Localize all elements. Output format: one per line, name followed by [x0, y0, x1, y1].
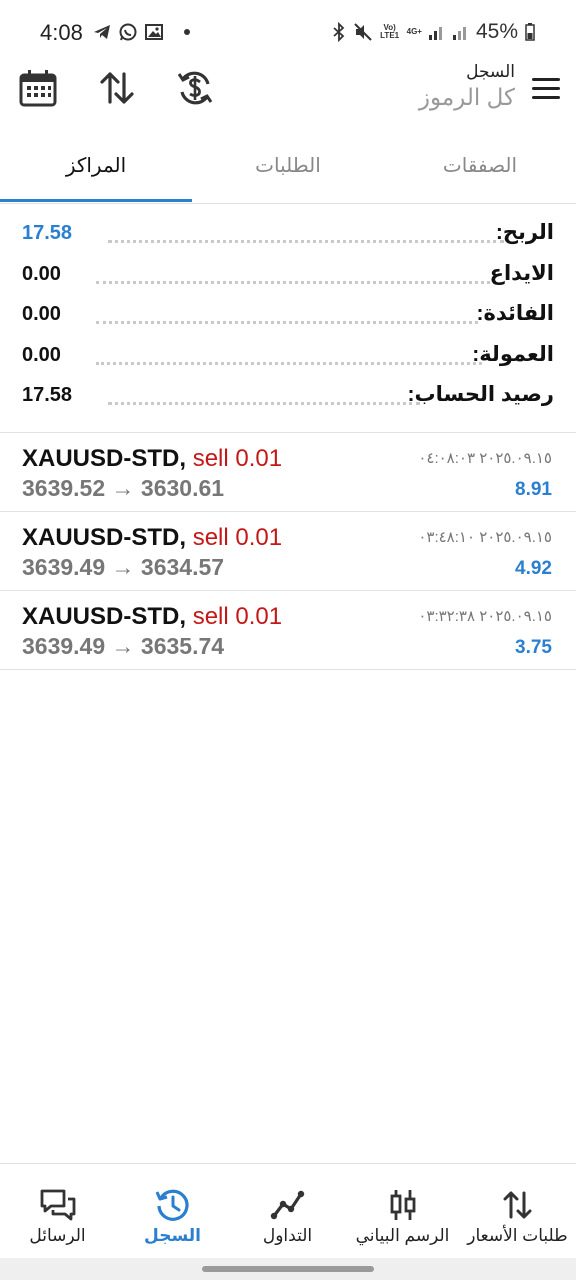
system-gesture-bar	[0, 1258, 576, 1280]
nav-quotes-label: طلبات الأسعار	[467, 1226, 568, 1245]
summary-row-balance: 17.58 رصيد الحساب:	[0, 376, 576, 417]
tab-bar: الصفقات الطلبات المراكز	[0, 140, 576, 204]
signal-icon-2	[452, 27, 466, 40]
position-side: sell 0.01	[192, 603, 283, 630]
profit-value: 17.58	[22, 222, 73, 244]
arrow-icon: →	[111, 554, 135, 580]
battery-icon	[525, 23, 535, 41]
quotes-icon	[503, 1191, 531, 1219]
hamburger-icon	[532, 78, 560, 81]
position-profit: 4.92	[515, 558, 552, 579]
tab-deals[interactable]: الصفقات	[384, 140, 576, 202]
dot-leader	[96, 361, 482, 365]
trade-icon	[270, 1190, 304, 1220]
active-tab-indicator	[0, 199, 192, 202]
position-symbol: XAUUSD-STD,	[22, 603, 187, 630]
nav-chart-label: الرسم البياني	[355, 1226, 450, 1245]
history-icon	[155, 1189, 189, 1221]
nav-history[interactable]: السجل	[115, 1164, 230, 1260]
nav-trade[interactable]: التداول	[230, 1164, 345, 1260]
calendar-icon[interactable]	[18, 68, 58, 108]
position-symbol: XAUUSD-STD,	[22, 445, 187, 472]
signal-icon	[428, 27, 442, 40]
open-price: 3639.52	[22, 475, 106, 501]
position-time: ٢٠٢٥.٠٩.١٥ ٠٣:٣٢:٣٨	[418, 608, 552, 625]
messages-icon	[40, 1189, 75, 1221]
deposit-value: 0.00	[22, 262, 61, 285]
currency-refresh-icon[interactable]	[175, 68, 215, 108]
position-profit: 8.91	[515, 479, 552, 500]
dot-leader	[96, 280, 490, 284]
dot-leader	[108, 402, 420, 405]
current-price: 3630.61	[140, 475, 225, 501]
mute-icon	[353, 23, 372, 41]
bottom-navigation: الرسائل السجل التداول الرسم البياني طلبا…	[0, 1163, 576, 1259]
commission-label: العمولة:	[472, 342, 554, 366]
more-notifications-dot	[184, 29, 190, 35]
symbol-filter[interactable]: كل الرموز	[419, 84, 515, 111]
notification-icons	[92, 22, 190, 42]
summary-row-commission: 0.00 العمولة:	[0, 336, 576, 377]
position-symbol: XAUUSD-STD,	[22, 524, 187, 551]
summary-row-profit: 17.58 الربح:	[0, 214, 576, 255]
position-time: ٢٠٢٥.٠٩.١٥ ٠٣:٤٨:١٠	[418, 529, 552, 546]
current-price: 3635.74	[140, 633, 225, 659]
tab-positions[interactable]: المراكز	[0, 140, 192, 202]
position-row[interactable]: XAUUSD-STD, sell 0.01 3639.49 → 3635.74 …	[0, 591, 576, 670]
header-subtitle: السجل	[466, 62, 515, 81]
app-header: السجل كل الرموز	[0, 56, 576, 126]
profit-label: الربح:	[495, 221, 554, 244]
balance-label: رصيد الحساب:	[407, 383, 555, 406]
commission-value: 0.00	[22, 343, 61, 366]
dot-leader	[96, 321, 478, 324]
nav-trade-label: التداول	[262, 1226, 313, 1245]
summary-row-swap: 0.00 الفائدة:	[0, 295, 576, 336]
whatsapp-icon	[119, 23, 137, 41]
nav-messages-label: الرسائل	[29, 1226, 86, 1245]
sort-icon[interactable]	[97, 68, 137, 108]
nav-chart[interactable]: الرسم البياني	[345, 1164, 460, 1260]
status-time: 4:08	[40, 20, 83, 45]
open-price: 3639.49	[22, 633, 106, 659]
system-icons: Vo) LTE1 4G+ 45%	[331, 20, 536, 44]
open-price: 3639.49	[22, 554, 106, 580]
dot-leader	[108, 240, 504, 243]
tab-orders[interactable]: الطلبات	[192, 140, 384, 202]
position-side: sell 0.01	[192, 445, 283, 472]
summary-row-deposit: 0.00 الايداع	[0, 255, 576, 296]
position-row[interactable]: XAUUSD-STD, sell 0.01 3639.52 → 3630.61 …	[0, 433, 576, 512]
header-title-block: السجل كل الرموز	[419, 62, 515, 111]
status-bar: 4:08 Vo) LTE1 4G+ 45%	[0, 0, 576, 64]
arrow-icon: →	[111, 475, 135, 501]
arrow-icon: →	[111, 633, 135, 659]
telegram-icon	[94, 25, 110, 39]
nav-messages[interactable]: الرسائل	[0, 1164, 115, 1260]
swap-label: الفائدة:	[476, 302, 555, 325]
current-price: 3634.57	[140, 554, 225, 580]
bluetooth-icon	[333, 22, 344, 42]
position-profit: 3.75	[515, 637, 552, 658]
position-time: ٢٠٢٥.٠٩.١٥ ٠٤:٠٨:٠٣	[418, 450, 552, 467]
nav-history-label: السجل	[144, 1226, 201, 1245]
gallery-icon	[145, 24, 163, 40]
chart-icon	[390, 1190, 415, 1220]
volte-indicator: Vo) LTE1	[380, 23, 400, 40]
position-side: sell 0.01	[192, 524, 283, 551]
deposit-label: الايداع	[489, 261, 554, 285]
position-row[interactable]: XAUUSD-STD, sell 0.01 3639.49 → 3634.57 …	[0, 512, 576, 591]
balance-value: 17.58	[22, 384, 73, 406]
menu-button[interactable]	[532, 78, 560, 100]
home-gesture-handle[interactable]	[202, 1266, 374, 1272]
nav-quotes[interactable]: طلبات الأسعار	[460, 1164, 575, 1260]
swap-value: 0.00	[22, 303, 61, 325]
battery-level: 45%	[475, 20, 518, 43]
network-type: 4G+	[406, 27, 422, 36]
account-summary: 17.58 الربح: 0.00 الايداع 0.00 الفائدة: …	[0, 214, 576, 417]
